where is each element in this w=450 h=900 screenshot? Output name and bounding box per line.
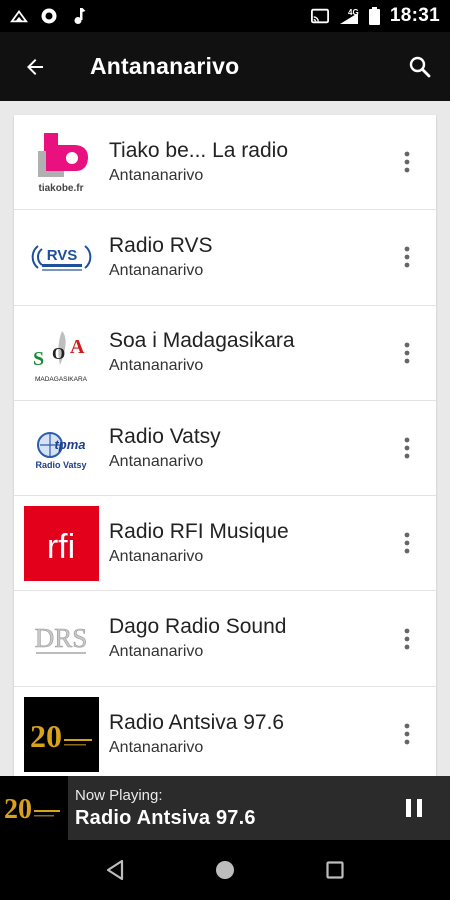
upload-icon — [10, 7, 28, 25]
station-name: Radio RVS — [109, 233, 213, 257]
pause-icon — [406, 799, 422, 817]
status-bar: 4G 18:31 — [0, 0, 450, 32]
station-row-tiako-be[interactable]: tiakobe.fr Tiako be... La radio Antanana… — [14, 115, 436, 211]
station-logo: DRS — [24, 601, 99, 677]
station-row-radio-rfi-musique[interactable]: rfi Radio RFI Musique Antananarivo — [14, 496, 436, 592]
nav-home-button[interactable] — [200, 845, 250, 895]
more-options-button[interactable] — [392, 333, 422, 373]
station-row-radio-antsiva[interactable]: 20 Radio Antsiva 97.6 Antananarivo — [14, 687, 436, 776]
more-vert-icon — [404, 532, 410, 554]
more-options-button[interactable] — [392, 619, 422, 659]
station-name: Radio Vatsy — [109, 424, 221, 448]
more-options-button[interactable] — [392, 714, 422, 754]
station-name: Radio Antsiva 97.6 — [109, 710, 285, 734]
more-vert-icon — [404, 247, 410, 268]
svg-text:20: 20 — [30, 718, 62, 754]
back-button[interactable] — [0, 32, 70, 101]
svg-text:rfi: rfi — [47, 528, 75, 566]
wifi-4g-icon: 4G — [338, 7, 360, 25]
svg-text:S: S — [33, 348, 44, 370]
more-vert-icon — [404, 437, 410, 459]
station-logo: S O A MADAGASIKARA — [24, 315, 99, 391]
more-options-button[interactable] — [392, 142, 422, 182]
home-circle-icon — [216, 861, 234, 879]
recents-square-icon — [326, 861, 344, 879]
station-list-container[interactable]: tiakobe.fr Tiako be... La radio Antanana… — [0, 101, 450, 776]
station-row-radio-rvs[interactable]: RVS Radio RVS Antananarivo — [14, 210, 436, 306]
more-vert-icon — [404, 151, 410, 173]
station-name: Dago Radio Sound — [109, 615, 287, 639]
station-name: Tiako be... La radio — [109, 138, 288, 162]
now-playing-title: Radio Antsiva 97.6 — [75, 807, 256, 829]
svg-text:20: 20 — [4, 794, 32, 825]
svg-text:DRS: DRS — [35, 623, 88, 653]
system-nav-bar — [0, 840, 450, 900]
music-note-icon — [70, 7, 88, 25]
station-city: Antananarivo — [109, 357, 204, 375]
station-logo: 20 — [24, 696, 99, 772]
status-time: 18:31 — [389, 5, 440, 26]
station-logo: rfi — [24, 505, 99, 581]
station-logo: tpma Radio Vatsy — [24, 410, 99, 486]
station-city: Antananarivo — [109, 261, 204, 279]
svg-text:A: A — [70, 336, 85, 358]
station-logo: tiakobe.fr — [24, 124, 99, 200]
station-row-soa-i-madagasikara[interactable]: S O A MADAGASIKARA Soa i Madagasikara An… — [14, 306, 436, 401]
more-options-button[interactable] — [392, 428, 422, 468]
station-city: Antananarivo — [109, 547, 204, 565]
more-options-button[interactable] — [392, 237, 422, 277]
back-triangle-icon — [106, 859, 124, 881]
svg-text:tiakobe.fr: tiakobe.fr — [38, 183, 83, 194]
station-logo: RVS — [24, 219, 99, 295]
svg-text:Radio Vatsy: Radio Vatsy — [35, 460, 86, 470]
station-city: Antananarivo — [109, 452, 204, 470]
station-city: Antananarivo — [109, 166, 204, 184]
more-options-button[interactable] — [392, 523, 422, 563]
station-row-radio-vatsy[interactable]: tpma Radio Vatsy Radio Vatsy Antananariv… — [14, 401, 436, 497]
settings-icon — [40, 7, 58, 25]
search-button[interactable] — [390, 32, 450, 101]
station-list: tiakobe.fr Tiako be... La radio Antanana… — [14, 115, 436, 776]
arrow-left-icon — [27, 58, 43, 75]
svg-text:O: O — [52, 344, 65, 363]
battery-icon — [369, 7, 381, 25]
station-city: Antananarivo — [109, 643, 204, 661]
app-bar: Antananarivo — [0, 32, 450, 101]
station-name: Radio RFI Musique — [109, 519, 289, 543]
page-title: Antananarivo — [90, 53, 240, 79]
station-city: Antananarivo — [109, 738, 204, 756]
nav-recents-button[interactable] — [310, 845, 360, 895]
more-vert-icon — [404, 342, 410, 364]
pause-button[interactable] — [394, 788, 434, 828]
svg-text:RVS: RVS — [47, 247, 78, 264]
cast-icon — [310, 7, 329, 25]
more-vert-icon — [404, 724, 410, 745]
station-row-dago-radio-sound[interactable]: DRS Dago Radio Sound Antananarivo — [14, 591, 436, 687]
station-name: Soa i Madagasikara — [109, 329, 295, 353]
now-playing-bar[interactable]: 20 Now Playing: Radio Antsiva 97.6 — [0, 776, 450, 840]
svg-text:MADAGASIKARA: MADAGASIKARA — [35, 376, 88, 383]
now-playing-logo: 20 — [0, 776, 68, 840]
search-icon — [409, 56, 431, 77]
more-vert-icon — [404, 628, 410, 650]
svg-text:tpma: tpma — [54, 437, 85, 452]
now-playing-label: Now Playing: — [75, 787, 163, 804]
nav-back-button[interactable] — [90, 845, 140, 895]
